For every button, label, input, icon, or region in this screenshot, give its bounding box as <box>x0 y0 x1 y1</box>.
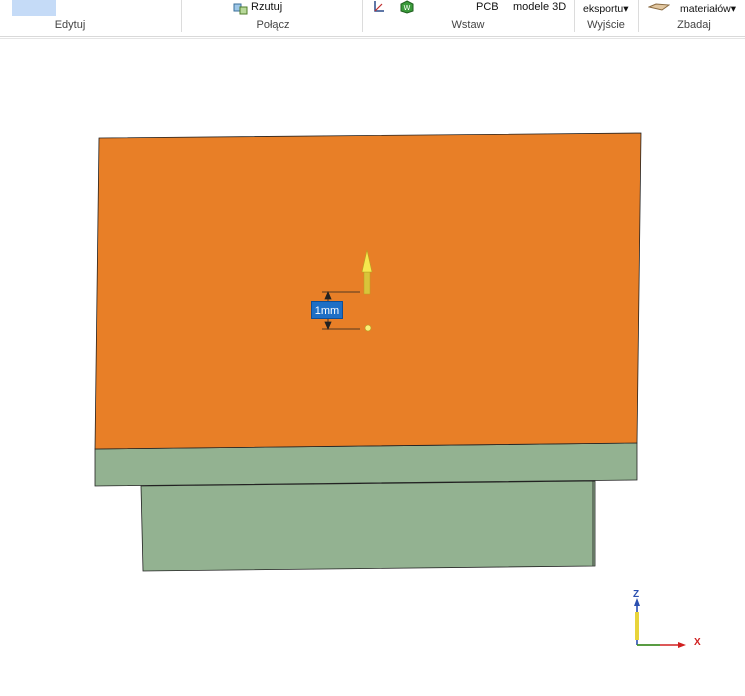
pcb-button[interactable]: PCB <box>476 1 499 13</box>
group-separator <box>181 0 182 32</box>
group-separator <box>362 0 363 32</box>
ribbon-toolbar: Rzutuj W PCB modele 3D eksportu▾ materia… <box>0 0 745 37</box>
group-label-zbadaj: Zbadaj <box>677 19 711 31</box>
triad-z-label: Z <box>633 589 640 600</box>
group-separator <box>574 0 575 32</box>
ribbon-border <box>0 38 745 39</box>
group-label-wstaw: Wstaw <box>451 19 485 31</box>
axis-triad <box>634 598 686 648</box>
upper-slab-side-face <box>94 442 638 487</box>
group-label-wyjscie: Wyjście <box>587 19 625 31</box>
3d-viewport[interactable]: 1mm Z X <box>0 40 745 696</box>
material-icon[interactable] <box>647 0 671 18</box>
materialow-button[interactable]: materiałów▾ <box>680 3 736 15</box>
group-separator <box>638 0 639 32</box>
anchor-point <box>364 324 372 332</box>
rzutuj-button[interactable]: Rzutuj <box>251 1 282 13</box>
group-label-edytuj: Edytuj <box>54 19 86 31</box>
rzutuj-icon <box>233 1 249 20</box>
dimension-value-input[interactable]: 1mm <box>311 301 343 319</box>
axis-icon[interactable] <box>372 0 386 19</box>
lower-block-front-face <box>140 480 596 572</box>
group-label-polacz: Połącz <box>256 19 290 31</box>
triad-x-label: X <box>694 637 701 648</box>
eksportu-button[interactable]: eksportu▾ <box>583 3 629 15</box>
svg-text:W: W <box>404 4 411 12</box>
component-icon[interactable]: W <box>399 0 415 19</box>
selected-tool-highlight[interactable] <box>12 0 56 16</box>
modele-3d-button[interactable]: modele 3D <box>513 1 566 13</box>
